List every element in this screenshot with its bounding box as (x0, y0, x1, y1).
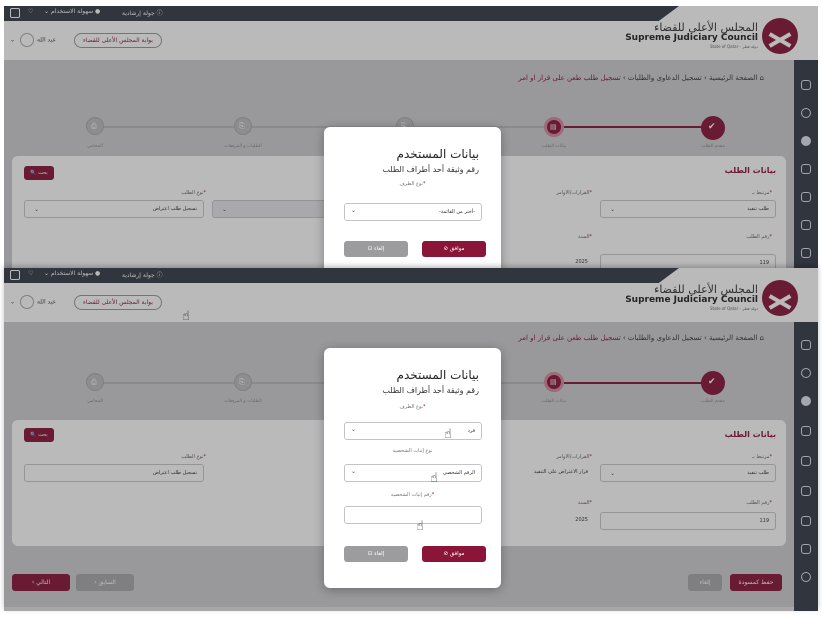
modal-subtitle: رقم وثيقة أحد أطراف الطلب (382, 386, 479, 395)
screenshot-top: ♡ ⌄ سهولة الاستخدام ● جولة إرشادية ⓘ الم… (4, 6, 818, 270)
party-type-label: *نوع الطرف (399, 181, 426, 187)
id-type-label: نوع إثبات الشخصية (392, 448, 433, 454)
user-data-modal: بيانات المستخدم رقم وثيقة أحد أطراف الطل… (324, 127, 501, 270)
party-type-label: *نوع الطرف (399, 404, 426, 410)
id-number-input[interactable] (344, 506, 482, 524)
ok-button[interactable]: ⊘ موافق (422, 546, 486, 562)
hand-cursor-icon: ☝ (430, 471, 438, 486)
modal-title: بيانات المستخدم (396, 368, 479, 382)
id-type-select[interactable]: الرقم الشخصي (344, 464, 482, 482)
chevron-down-icon: ⌄ (351, 207, 357, 214)
hand-cursor-icon: ☝ (444, 427, 452, 442)
modal-subtitle: رقم وثيقة أحد أطراف الطلب (382, 165, 479, 174)
cancel-button[interactable]: ⊡ إلغاء (344, 241, 408, 257)
hand-cursor-icon: ☝ (416, 519, 424, 534)
party-type-select[interactable]: فرد (344, 422, 482, 440)
id-number-label: *رقم إثبات الشخصية (390, 492, 435, 498)
chevron-down-icon: ⌄ (351, 426, 357, 433)
party-type-select[interactable]: -أختر من القائمة- (344, 203, 482, 221)
ok-button[interactable]: ⊘ موافق (422, 241, 486, 257)
modal-title: بيانات المستخدم (396, 147, 479, 161)
screenshot-bottom: ♡ ⌄ سهولة الاستخدام ● جولة إرشادية ⓘ الم… (4, 268, 818, 611)
cancel-button[interactable]: ⊡ إلغاء (344, 546, 408, 562)
chevron-down-icon: ⌄ (351, 468, 357, 475)
user-data-modal: بيانات المستخدم رقم وثيقة أحد أطراف الطل… (324, 348, 501, 588)
